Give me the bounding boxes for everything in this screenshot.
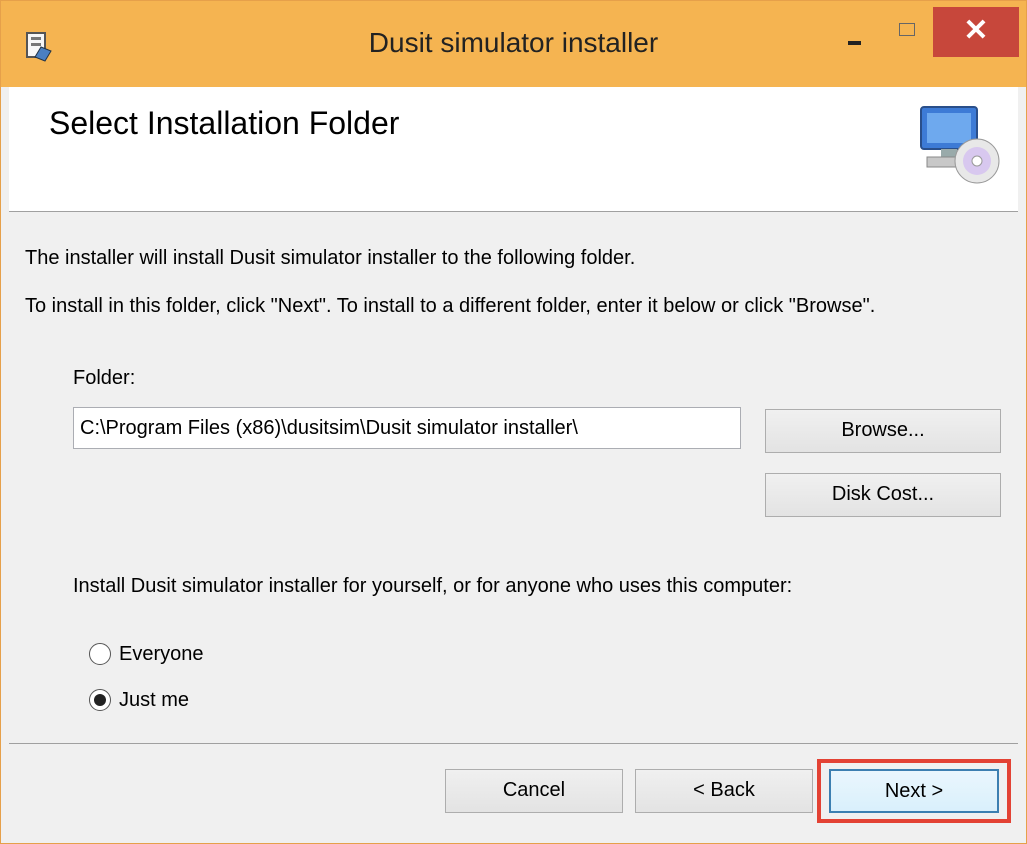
disk-cost-button[interactable]: Disk Cost...: [765, 473, 1001, 517]
back-button[interactable]: < Back: [635, 769, 813, 813]
folder-label: Folder:: [73, 367, 136, 389]
intro-text-1: The installer will install Dusit simulat…: [25, 247, 636, 269]
just-me-label[interactable]: Just me: [119, 687, 189, 713]
folder-path-input[interactable]: [73, 407, 741, 449]
page-header: Select Installation Folder: [9, 87, 1018, 212]
computer-disc-icon: [920, 106, 1000, 184]
maximize-icon[interactable]: [881, 11, 933, 51]
everyone-label[interactable]: Everyone: [119, 641, 204, 667]
next-button-highlight: Next >: [817, 759, 1011, 823]
page-title: Select Installation Folder: [49, 105, 400, 141]
just-me-radio[interactable]: [89, 689, 111, 711]
minimize-icon[interactable]: [829, 11, 881, 51]
everyone-radio[interactable]: [89, 643, 111, 665]
close-icon[interactable]: ✕: [933, 7, 1019, 57]
install-for-text: Install Dusit simulator installer for yo…: [73, 575, 793, 597]
cancel-button[interactable]: Cancel: [445, 769, 623, 813]
title-bar: Dusit simulator installer ✕: [1, 1, 1026, 87]
footer-divider: [9, 743, 1018, 744]
intro-text-2: To install in this folder, click "Next".…: [25, 295, 876, 317]
next-button[interactable]: Next >: [829, 769, 999, 813]
installer-window: Dusit simulator installer ✕ Select Insta…: [0, 0, 1027, 844]
browse-button[interactable]: Browse...: [765, 409, 1001, 453]
